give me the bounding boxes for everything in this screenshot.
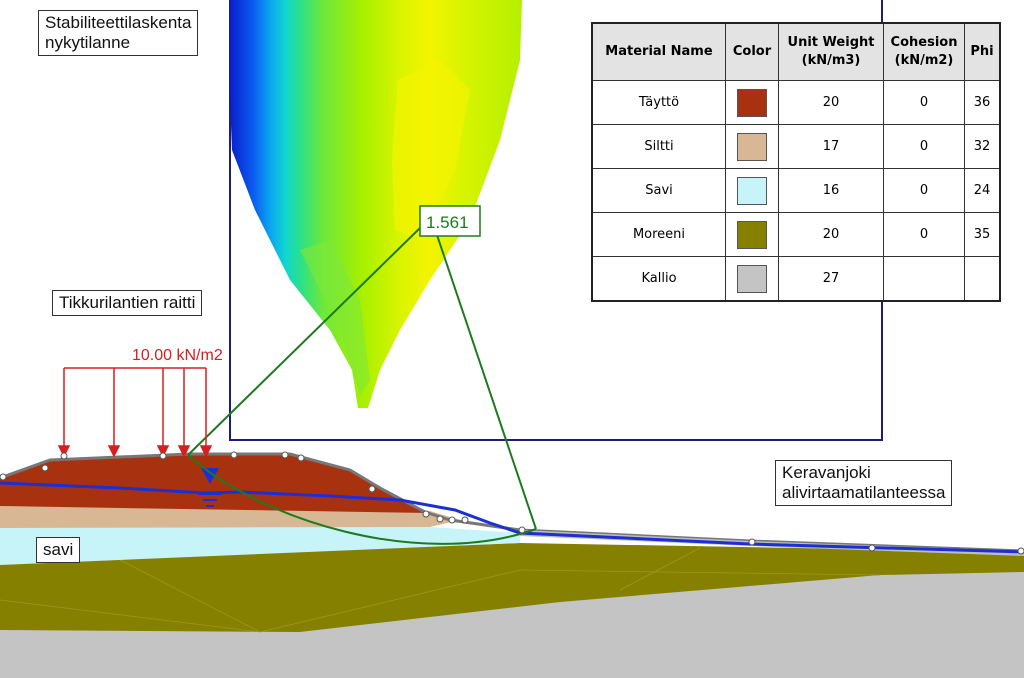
phi-cell [964,256,1001,302]
load-label: 10.00 kN/m2 [132,347,223,364]
header-phi: Phi [964,22,1001,81]
table-row: Täyttö 20 0 36 [591,80,1001,125]
color-swatch [737,176,767,205]
material-name-cell: Siltti [591,124,726,169]
cohesion-cell: 0 [883,212,965,257]
phi-cell: 24 [964,168,1001,213]
header-unit-weight: Unit Weight (kN/m3) [778,22,884,81]
factor-of-safety: 1.561 [426,213,469,232]
analysis-title: Stabiliteettilaskenta nykytilanne [38,10,199,56]
cohesion-cell: 0 [883,80,965,125]
phi-cell: 36 [964,80,1001,125]
material-color-cell [725,168,779,213]
distributed-load [57,367,213,458]
material-color-cell [725,80,779,125]
color-swatch [737,220,767,249]
color-swatch [737,132,767,161]
table-row: Savi 16 0 24 [591,168,1001,213]
material-table: Material Name Color Unit Weight (kN/m3) … [591,22,1001,302]
header-cohesion: Cohesion (kN/m2) [883,22,965,81]
material-color-cell [725,212,779,257]
clay-label: savi [36,537,81,563]
unit-weight-cell: 16 [778,168,884,213]
material-name-cell: Moreeni [591,212,726,257]
material-color-cell [725,256,779,302]
table-row: Kallio 27 [591,256,1001,302]
table-row: Siltti 17 0 32 [591,124,1001,169]
material-name-cell: Täyttö [591,80,726,125]
road-label: Tikkurilantien raitti [52,290,203,316]
unit-weight-cell: 17 [778,124,884,169]
unit-weight-cell: 20 [778,212,884,257]
color-swatch [737,264,767,293]
taytto-layer [0,454,430,513]
cohesion-cell: 0 [883,124,965,169]
cohesion-cell [883,256,965,302]
phi-cell: 35 [964,212,1001,257]
color-swatch [737,88,767,117]
phi-cell: 32 [964,124,1001,169]
material-table-body: Täyttö 20 0 36 Siltti 17 0 32 Savi 16 0 24 Moreeni 20… [591,80,1001,302]
safety-contour-plot [230,0,522,408]
material-color-cell [725,124,779,169]
material-name-cell: Kallio [591,256,726,302]
table-header-row: Material Name Color Unit Weight (kN/m3) … [591,22,1001,81]
river-label: Keravanjoki alivirtaamatilanteessa [775,460,953,506]
header-color: Color [725,22,779,81]
table-row: Moreeni 20 0 35 [591,212,1001,257]
header-material-name: Material Name [591,22,726,81]
material-name-cell: Savi [591,168,726,213]
unit-weight-cell: 20 [778,80,884,125]
unit-weight-cell: 27 [778,256,884,302]
cohesion-cell: 0 [883,168,965,213]
